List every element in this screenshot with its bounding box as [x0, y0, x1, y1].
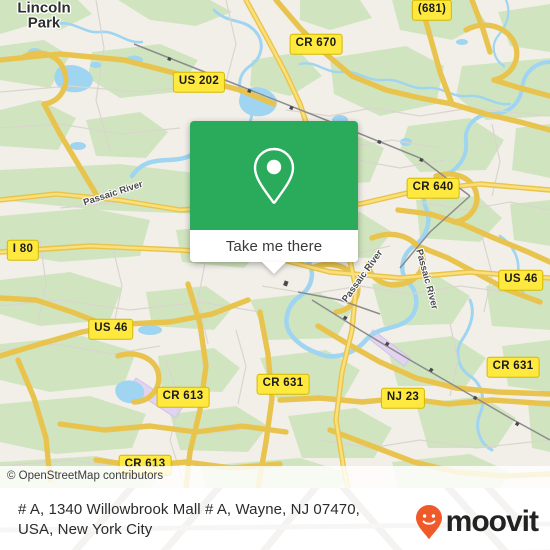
take-me-there-button[interactable]: Take me there: [190, 230, 358, 262]
road-shield-us-46-west[interactable]: US 46: [88, 318, 134, 340]
road-shield-cr-631-east[interactable]: CR 631: [486, 356, 540, 378]
road-shield-681[interactable]: (681): [411, 0, 453, 21]
moovit-smiley-pin-icon: [415, 505, 442, 539]
map-attribution[interactable]: © OpenStreetMap contributors: [0, 466, 550, 488]
road-shield-us-202[interactable]: US 202: [172, 71, 226, 93]
moovit-logo[interactable]: moovit: [414, 504, 539, 540]
map-pin-icon: [253, 147, 295, 204]
location-address: # A, 1340 Willowbrook Mall # A, Wayne, N…: [18, 501, 360, 539]
footer-bar: # A, 1340 Willowbrook Mall # A, Wayne, N…: [0, 488, 550, 550]
road-shield-cr-640[interactable]: CR 640: [406, 177, 460, 199]
place-label-lincoln-park: Lincoln Park: [17, 0, 71, 32]
road-shield-us-46-east[interactable]: US 46: [498, 269, 544, 291]
road-shield-nj-23[interactable]: NJ 23: [380, 387, 426, 409]
road-shield-cr-631-west[interactable]: CR 631: [256, 373, 310, 395]
map-screenshot-root: Lincoln Park Passaic River Passaic River…: [0, 0, 550, 550]
moovit-wordmark: moovit: [445, 505, 539, 538]
road-shield-i-80[interactable]: I 80: [6, 239, 40, 261]
popup-header: [190, 121, 358, 230]
map-canvas[interactable]: Lincoln Park Passaic River Passaic River…: [0, 0, 550, 488]
popup-tail: [262, 262, 286, 274]
road-shield-cr-613-upper[interactable]: CR 613: [156, 386, 210, 408]
location-popup-card[interactable]: Take me there: [190, 121, 358, 274]
road-shield-cr-670[interactable]: CR 670: [289, 33, 343, 55]
